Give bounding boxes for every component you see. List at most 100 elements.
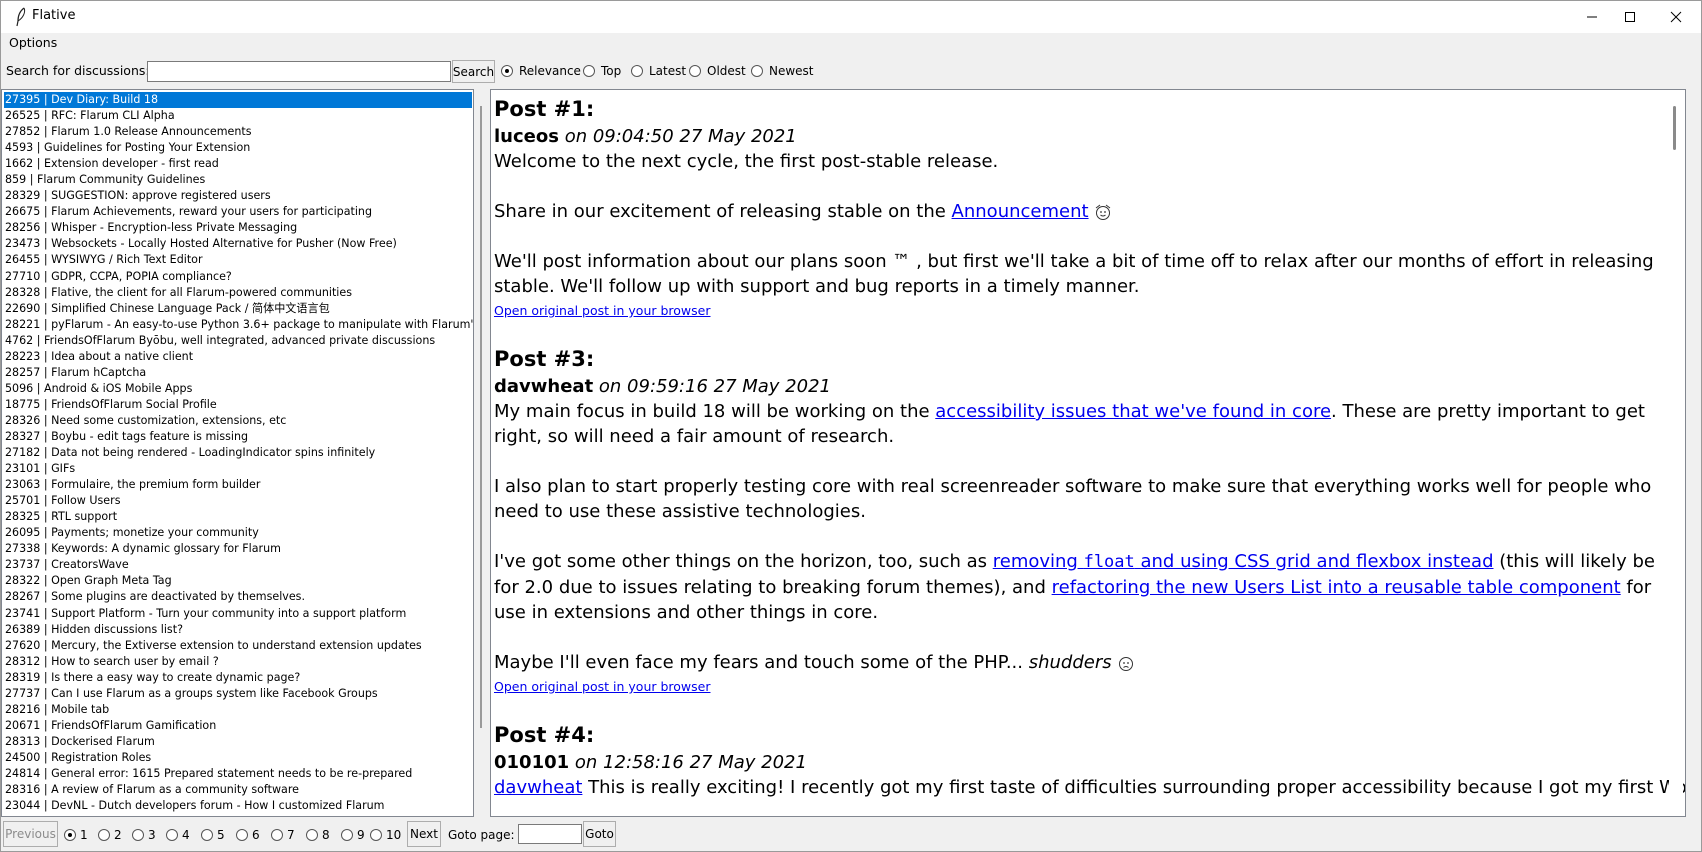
radio-indicator	[236, 829, 248, 841]
discussion-item[interactable]: 28313 | Dockerised Flarum	[4, 734, 473, 750]
discussion-item[interactable]: 28257 | Flarum hCaptcha	[4, 365, 473, 381]
pagination-bar: Previous 1 2 3 4 5 6 7 8 9 10 Next Goto page: Got…	[1, 819, 1701, 849]
page-radio-6[interactable]: 6	[236, 828, 260, 842]
page-radio-8[interactable]: 8	[306, 828, 330, 842]
discussion-item[interactable]: 28329 | SUGGESTION: approve registered u…	[4, 188, 473, 204]
discussion-item[interactable]: 23741 | Support Platform - Turn your com…	[4, 606, 473, 622]
post-viewer: Post #1: luceos on 09:04:50 27 May 2021 …	[490, 89, 1686, 817]
post-title: Post #3:	[494, 347, 595, 371]
discussion-item[interactable]: 28267 | Some plugins are deactivated by …	[4, 589, 473, 605]
goto-page-input[interactable]	[518, 824, 582, 844]
post-body: My main focus in build 18 will be workin…	[494, 399, 1685, 675]
discussion-item[interactable]: 24500 | Registration Roles	[4, 750, 473, 766]
radio-indicator	[631, 65, 643, 77]
discussion-item[interactable]: 28221 | pyFlarum - An easy-to-use Python…	[4, 317, 473, 333]
open-in-browser-link[interactable]: Open original post in your browser	[494, 301, 1685, 321]
post-text: My main focus in build 18 will be workin…	[494, 401, 936, 422]
discussion-item[interactable]: 4762 | FriendsOfFlarum Byōbu, well integ…	[4, 333, 473, 349]
discussion-item[interactable]: 28322 | Open Graph Meta Tag	[4, 573, 473, 589]
next-button[interactable]: Next	[407, 821, 441, 847]
page-label: 7	[287, 828, 295, 842]
discussion-list[interactable]: 27395 | Dev Diary: Build 18 26525 | RFC: …	[1, 89, 474, 817]
discussion-item[interactable]: 5096 | Android & iOS Mobile Apps	[4, 381, 473, 397]
discussion-item[interactable]: 23044 | DevNL - Dutch developers forum -…	[4, 798, 473, 814]
discussion-item[interactable]: 28223 | Idea about a native client	[4, 349, 473, 365]
mention-link[interactable]: davwheat	[494, 777, 582, 798]
page-radio-2[interactable]: 2	[98, 828, 122, 842]
discussion-item[interactable]: 23473 | Websockets - Locally Hosted Alte…	[4, 236, 473, 252]
discussion-item[interactable]: 859 | Flarum Community Guidelines	[4, 172, 473, 188]
list-scrollbar[interactable]	[480, 106, 482, 728]
open-in-browser-link[interactable]: Open original post in your browser	[494, 677, 1685, 697]
maximize-icon	[1625, 12, 1635, 22]
window-title: Flative	[32, 8, 76, 23]
post-text: Share in our excitement of releasing sta…	[494, 201, 952, 222]
sort-radio-top[interactable]: Top	[583, 63, 621, 79]
discussion-item[interactable]: 28312 | How to search user by email ?	[4, 654, 473, 670]
discussion-item[interactable]: 28216 | Mobile tab	[4, 702, 473, 718]
sort-radio-oldest[interactable]: Oldest	[689, 63, 746, 79]
announcement-link[interactable]: Announcement	[952, 201, 1089, 222]
radio-indicator	[271, 829, 283, 841]
menu-bar: Options	[1, 33, 1701, 53]
discussion-item[interactable]: 28328 | Flative, the client for all Flar…	[4, 285, 473, 301]
discussion-item[interactable]: 28256 | Whisper - Encryption-less Privat…	[4, 220, 473, 236]
maximize-button[interactable]	[1607, 1, 1653, 33]
discussion-item[interactable]: 27710 | GDPR, CCPA, POPIA compliance?	[4, 269, 473, 285]
discussion-item[interactable]: 27182 | Data not being rendered - Loadin…	[4, 445, 473, 461]
page-radio-10[interactable]: 10	[370, 828, 401, 842]
discussion-item[interactable]: 25701 | Follow Users	[4, 493, 473, 509]
discussion-item[interactable]: 20671 | FriendsOfFlarum Gamification	[4, 718, 473, 734]
discussion-item[interactable]: 23101 | GIFs	[4, 461, 473, 477]
search-input[interactable]	[147, 61, 451, 82]
search-button[interactable]: Search	[452, 60, 495, 83]
discussion-item[interactable]: 1662 | Extension developer - first read	[4, 156, 473, 172]
radio-indicator	[583, 65, 595, 77]
removing-float-link[interactable]: removing float and using CSS grid and fl…	[993, 551, 1494, 572]
discussion-item[interactable]: 26455 | WYSIWYG / Rich Text Editor	[4, 252, 473, 268]
menu-options[interactable]: Options	[9, 35, 57, 50]
post-text: Maybe I'll even face my fears and touch …	[494, 652, 1029, 673]
page-radio-5[interactable]: 5	[201, 828, 225, 842]
sort-radio-latest[interactable]: Latest	[631, 63, 686, 79]
page-radio-1[interactable]: 1	[64, 828, 88, 842]
post-title: Post #1:	[494, 97, 595, 121]
discussion-item[interactable]: 26389 | Hidden discussions list?	[4, 622, 473, 638]
discussion-item[interactable]: 23063 | Formulaire, the premium form bui…	[4, 477, 473, 493]
discussion-item[interactable]: 4593 | Guidelines for Posting Your Exten…	[4, 140, 473, 156]
discussion-item[interactable]: 27737 | Can I use Flarum as a groups sys…	[4, 686, 473, 702]
discussion-item[interactable]: 24814 | General error: 1615 Prepared sta…	[4, 766, 473, 782]
discussion-item[interactable]: 28319 | Is there a easy way to create dy…	[4, 670, 473, 686]
scrollbar-thumb[interactable]	[1673, 106, 1676, 150]
post-scrollbar[interactable]	[1669, 92, 1683, 814]
discussion-item[interactable]: 28325 | RTL support	[4, 509, 473, 525]
previous-button[interactable]: Previous	[3, 821, 58, 847]
refactoring-users-list-link[interactable]: refactoring the new Users List into a re…	[1052, 577, 1621, 598]
discussion-item[interactable]: 28326 | Need some customization, extensi…	[4, 413, 473, 429]
sort-radio-relevance[interactable]: Relevance	[501, 63, 581, 79]
worried-emoji-icon	[1119, 657, 1134, 671]
sort-radio-newest[interactable]: Newest	[751, 63, 814, 79]
page-label: 5	[217, 828, 225, 842]
page-radio-4[interactable]: 4	[166, 828, 190, 842]
discussion-item[interactable]: 27338 | Keywords: A dynamic glossary for…	[4, 541, 473, 557]
close-button[interactable]	[1653, 1, 1699, 33]
discussion-item[interactable]: 27852 | Flarum 1.0 Release Announcements	[4, 124, 473, 140]
page-radio-7[interactable]: 7	[271, 828, 295, 842]
discussion-item[interactable]: 26675 | Flarum Achievements, reward your…	[4, 204, 473, 220]
accessibility-issues-link[interactable]: accessibility issues that we've found in…	[935, 401, 1331, 422]
discussion-item[interactable]: 28327 | Boybu - edit tags feature is mis…	[4, 429, 473, 445]
discussion-item[interactable]: 18775 | FriendsOfFlarum Social Profile	[4, 397, 473, 413]
goto-button[interactable]: Goto	[583, 821, 616, 847]
page-label: 2	[114, 828, 122, 842]
discussion-item[interactable]: 27620 | Mercury, the Extiverse extension…	[4, 638, 473, 654]
discussion-item[interactable]: 23737 | CreatorsWave	[4, 557, 473, 573]
page-radio-3[interactable]: 3	[132, 828, 156, 842]
discussion-item[interactable]: 26095 | Payments; monetize your communit…	[4, 525, 473, 541]
page-radio-9[interactable]: 9	[341, 828, 365, 842]
discussion-item[interactable]: 22690 | Simplified Chinese Language Pack…	[4, 301, 473, 317]
discussion-item[interactable]: 28316 | A review of Flarum as a communit…	[4, 782, 473, 798]
discussion-item[interactable]: 27395 | Dev Diary: Build 18	[4, 92, 472, 109]
discussion-item[interactable]: 26525 | RFC: Flarum CLI Alpha	[4, 108, 473, 124]
sort-label: Top	[601, 64, 622, 78]
